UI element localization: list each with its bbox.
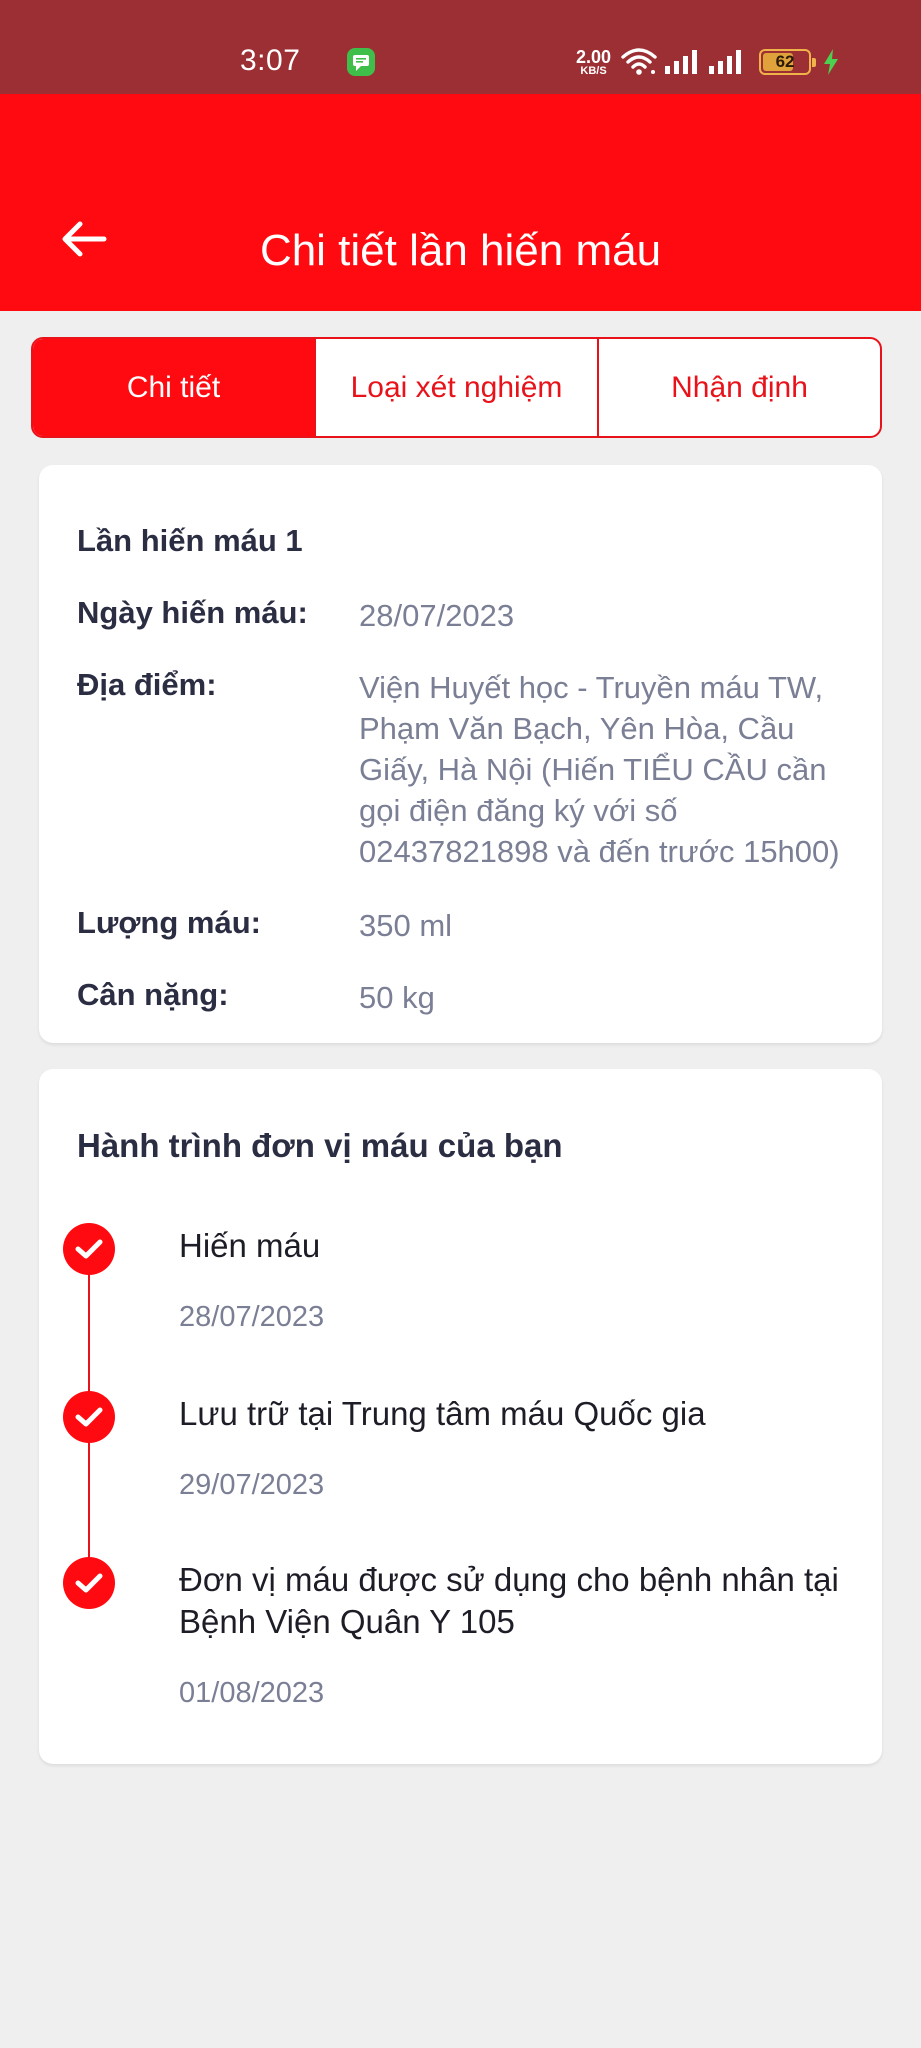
detail-label: Cân nặng: [77, 977, 229, 1012]
status-icons: 2.00 KB/S 62 [576, 44, 841, 80]
blood-journey-card: Hành trình đơn vị máu của bạn Hiến máu 2… [39, 1069, 882, 1764]
donation-details-card: Lần hiến máu 1 Ngày hiến máu: 28/07/2023… [39, 465, 882, 1043]
step-label: Hiến máu [179, 1227, 321, 1264]
step-label: Lưu trữ tại Trung tâm máu Quốc gia [179, 1395, 706, 1432]
step-label: Đơn vị máu được sử dụng cho bệnh nhân tạ… [179, 1561, 839, 1640]
tab-test-types[interactable]: Loại xét nghiệm [314, 339, 597, 436]
check-circle-icon [63, 1557, 115, 1609]
detail-row-location: Địa điểm: Viện Huyết học - Truyền máu TW… [77, 667, 862, 872]
detail-value: 350 ml [359, 908, 453, 943]
detail-label: Địa điểm: [77, 667, 217, 702]
signal-icon [709, 50, 742, 74]
signal-icon [665, 50, 698, 74]
tab-bar: Chi tiết Loại xét nghiệm Nhận định [31, 337, 882, 438]
detail-label: Ngày hiến máu: [77, 595, 308, 630]
check-circle-icon [63, 1223, 115, 1275]
detail-row-date: Ngày hiến máu: 28/07/2023 [77, 595, 862, 636]
step-date: 29/07/2023 [179, 1469, 325, 1501]
status-bar: 3:07 2.00 KB/S 62 [0, 0, 921, 94]
detail-row-volume: Lượng máu: 350 ml [77, 905, 862, 946]
detail-label: Lượng máu: [77, 905, 261, 940]
journey-title: Hành trình đơn vị máu của bạn [77, 1127, 563, 1164]
page-title: Chi tiết lần hiến máu [259, 226, 662, 275]
net-speed-value: 2.00 [576, 46, 612, 67]
tab-details[interactable]: Chi tiết [33, 339, 314, 436]
net-speed: 2.00 KB/S [576, 48, 611, 77]
detail-value: 28/07/2023 [359, 598, 515, 633]
battery-level: 62 [775, 52, 795, 71]
step-date: 01/08/2023 [179, 1677, 325, 1709]
wifi-icon [621, 48, 657, 75]
status-time: 3:07 [240, 44, 301, 77]
messages-icon [347, 48, 375, 76]
check-circle-icon [63, 1391, 115, 1443]
charging-icon [824, 49, 839, 75]
detail-value: Viện Huyết học - Truyền máu TW, Phạm Văn… [359, 670, 840, 869]
donation-title: Lần hiến máu 1 [77, 523, 303, 558]
detail-value: 50 kg [359, 980, 435, 1015]
app-header: Chi tiết lần hiến máu [0, 94, 921, 311]
battery-icon: 62 [759, 49, 817, 75]
net-speed-unit: KB/S [580, 64, 607, 77]
tab-assessment[interactable]: Nhận định [597, 339, 880, 436]
detail-row-weight: Cân nặng: 50 kg [77, 977, 862, 1018]
step-date: 28/07/2023 [179, 1301, 325, 1333]
